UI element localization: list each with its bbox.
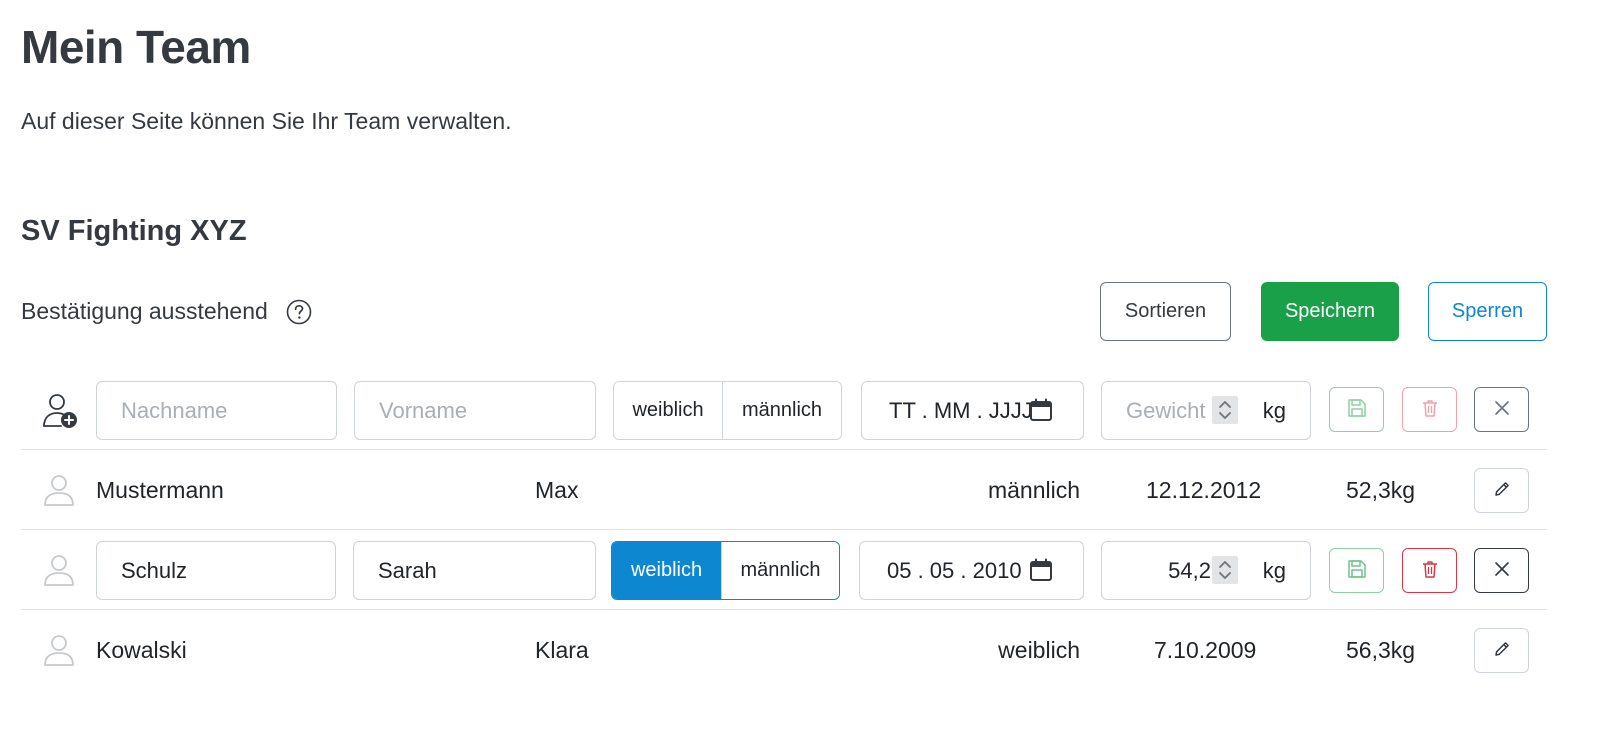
weight-placeholder: Gewicht <box>1126 397 1206 423</box>
delete-row-button[interactable] <box>1402 548 1457 593</box>
weight-spinner[interactable] <box>1212 556 1238 584</box>
lock-button[interactable]: Sperren <box>1428 282 1547 341</box>
member-weight: 52,3kg <box>1346 477 1416 503</box>
edit-row-button[interactable] <box>1474 468 1529 513</box>
member-birthdate: 12.12.2012 <box>1146 477 1262 503</box>
person-icon <box>41 552 77 590</box>
weight-unit: kg <box>1262 557 1286 583</box>
gender-option-male[interactable]: männlich <box>721 542 839 599</box>
sort-button[interactable]: Sortieren <box>1100 282 1231 341</box>
question-circle-icon[interactable] <box>286 299 312 325</box>
pencil-icon <box>1493 640 1511 661</box>
gender-option-female[interactable]: weiblich <box>612 542 722 599</box>
firstname-input[interactable]: Vorname <box>354 381 596 440</box>
team-name: SV Fighting XYZ <box>21 215 247 247</box>
row-divider <box>21 609 1547 610</box>
floppy-disk-icon <box>1347 398 1367 421</box>
lastname-input[interactable]: Nachname <box>96 381 337 440</box>
row-divider <box>21 449 1547 450</box>
trash-icon <box>1420 559 1440 582</box>
birthdate-input[interactable]: 05 . 05 . 2010 <box>859 541 1084 600</box>
page-title: Mein Team <box>21 21 251 73</box>
lastname-placeholder: Nachname <box>121 397 228 423</box>
member-firstname: Klara <box>535 637 589 663</box>
weight-input[interactable]: Gewicht kg <box>1101 381 1311 440</box>
member-gender: männlich <box>987 477 1080 503</box>
save-row-button[interactable] <box>1329 548 1384 593</box>
firstname-value: Sarah <box>378 557 437 583</box>
firstname-placeholder: Vorname <box>379 397 468 423</box>
gender-option-female[interactable]: weiblich <box>614 382 723 439</box>
page-description: Auf dieser Seite können Sie Ihr Team ver… <box>21 108 512 134</box>
birthdate-placeholder: TT . MM . JJJJ <box>889 397 1033 423</box>
calendar-icon[interactable] <box>1029 558 1053 582</box>
weight-unit: kg <box>1262 397 1286 423</box>
birthdate-value: 05 . 05 . 2010 <box>887 557 1022 583</box>
lastname-input[interactable]: Schulz <box>96 541 336 600</box>
member-weight: 56,3kg <box>1346 637 1416 663</box>
member-gender: weiblich <box>998 637 1080 663</box>
weight-value: 54,2 <box>1168 557 1211 583</box>
delete-row-button[interactable] <box>1402 387 1457 432</box>
pencil-icon <box>1493 480 1511 501</box>
gender-toggle[interactable]: weiblich männlich <box>611 541 840 600</box>
person-icon <box>41 472 77 510</box>
gender-toggle[interactable]: weiblich männlich <box>613 381 842 440</box>
team-status: Bestätigung ausstehend <box>21 298 312 325</box>
member-firstname: Max <box>535 477 579 503</box>
member-birthdate: 7.10.2009 <box>1154 637 1257 663</box>
floppy-disk-icon <box>1347 559 1367 582</box>
x-icon <box>1493 399 1511 420</box>
trash-icon <box>1420 398 1440 421</box>
edit-row-button[interactable] <box>1474 628 1529 673</box>
cancel-row-button[interactable] <box>1474 387 1529 432</box>
save-button[interactable]: Speichern <box>1261 282 1399 341</box>
birthdate-input[interactable]: TT . MM . JJJJ <box>861 381 1084 440</box>
x-icon <box>1493 560 1511 581</box>
weight-input[interactable]: 54,2 kg <box>1101 541 1311 600</box>
row-divider <box>21 529 1547 530</box>
firstname-input[interactable]: Sarah <box>353 541 596 600</box>
team-status-label: Bestätigung ausstehend <box>21 298 268 324</box>
cancel-row-button[interactable] <box>1474 548 1529 593</box>
member-lastname: Kowalski <box>96 637 187 663</box>
member-lastname: Mustermann <box>96 477 224 503</box>
person-plus-icon[interactable] <box>41 391 81 431</box>
person-icon <box>41 632 77 670</box>
lastname-value: Schulz <box>121 557 188 583</box>
save-row-button[interactable] <box>1329 387 1384 432</box>
calendar-icon[interactable] <box>1029 398 1053 422</box>
weight-spinner[interactable] <box>1212 396 1238 424</box>
gender-option-male[interactable]: männlich <box>722 382 841 439</box>
